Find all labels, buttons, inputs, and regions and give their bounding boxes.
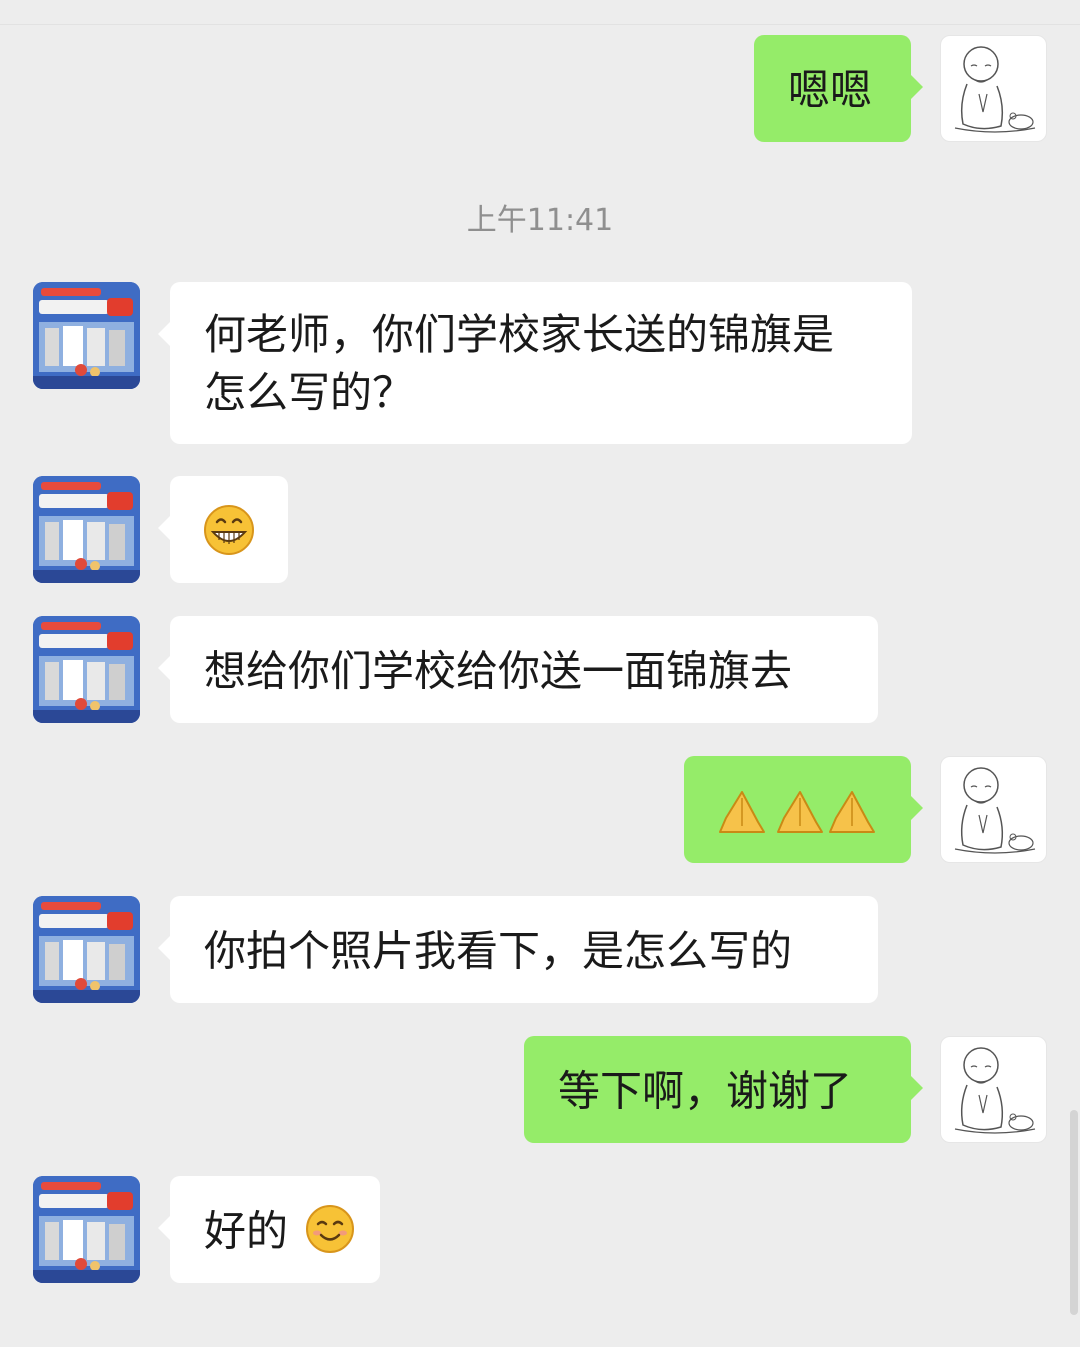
message-text: 想给你们学校给你送一面锦旗去 [204,646,793,696]
message-bubble-outgoing[interactable]: 等下啊，谢谢了 [524,1036,923,1143]
folded-hands-icon [719,791,875,833]
self-avatar[interactable] [940,35,1047,142]
message-bubble-incoming[interactable]: 何老师，你们学校家长送的锦旗是 怎么写的？ [158,282,912,444]
top-divider [0,24,1080,25]
scrollbar[interactable] [1070,1110,1078,1315]
promo-poster-avatar-icon [33,476,140,583]
promo-poster-avatar-icon [33,616,140,723]
promo-poster-avatar-icon [33,1176,140,1283]
message-text: 你拍个照片我看下，是怎么写的 [204,926,793,976]
promo-poster-avatar-icon [33,282,140,389]
message-bubble-incoming[interactable]: 想给你们学校给你送一面锦旗去 [158,616,878,723]
message-text: 等下啊，谢谢了 [558,1066,853,1116]
message-bubble-incoming[interactable] [158,476,288,583]
message-bubble-incoming[interactable]: 你拍个照片我看下，是怎么写的 [158,896,878,1003]
self-avatar[interactable] [940,1036,1047,1143]
self-avatar[interactable] [940,756,1047,863]
message-bubble-outgoing[interactable]: 嗯嗯 [754,35,923,142]
contact-avatar[interactable] [33,1176,140,1283]
grinning-face-icon [204,505,254,555]
message-bubble-outgoing[interactable] [684,756,923,863]
smiling-face-icon [306,1204,355,1253]
contact-avatar[interactable] [33,616,140,723]
contact-avatar[interactable] [33,896,140,1003]
timestamp: 上午11:41 [466,203,614,238]
contact-avatar[interactable] [33,282,140,389]
contact-avatar[interactable] [33,476,140,583]
message-text: 嗯嗯 [788,65,873,115]
message-bubble-incoming[interactable]: 好的 [158,1176,380,1283]
message-text-line: 怎么写的？ [204,368,415,417]
monk-sketch-avatar-icon [954,1047,1036,1134]
message-text-line: 何老师，你们学校家长送的锦旗是 [204,310,835,359]
message-text: 好的 [204,1206,289,1256]
promo-poster-avatar-icon [33,896,140,1003]
monk-sketch-avatar-icon [954,46,1036,133]
monk-sketch-avatar-icon [954,767,1036,854]
